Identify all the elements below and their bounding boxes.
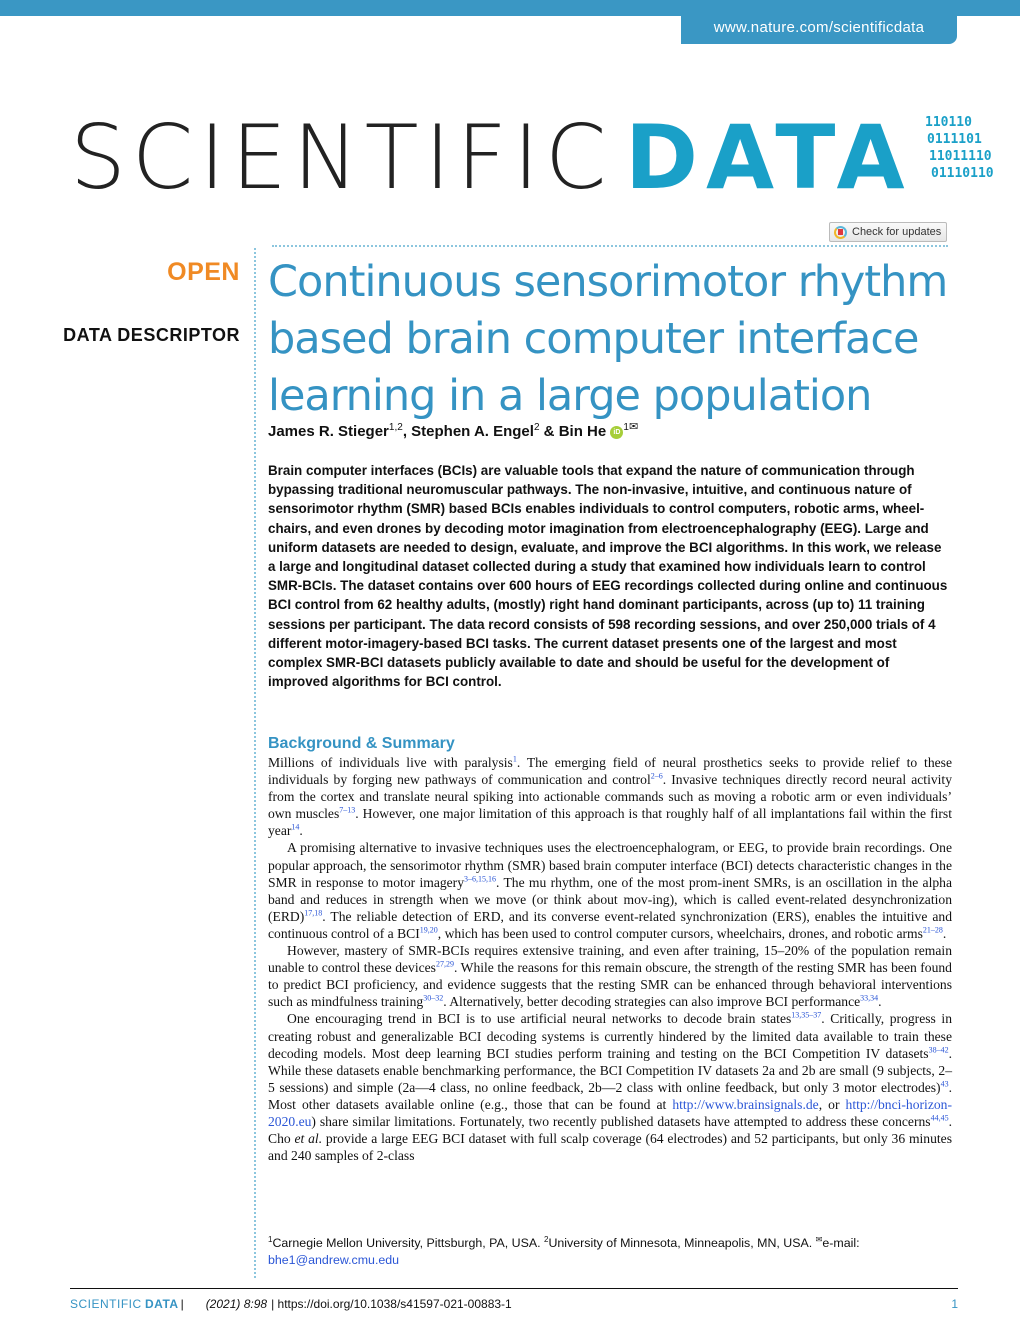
reference-link[interactable]: 2–6 xyxy=(651,772,663,781)
page-footer: SCIENTIFIC DATA | (2021) 8:98 | https://d… xyxy=(70,1297,958,1311)
external-link[interactable]: http://www.brainsignals.de xyxy=(672,1097,818,1112)
journal-url-link[interactable]: www.nature.com/scientificdata xyxy=(681,14,957,44)
author-separator: & xyxy=(539,423,559,440)
affiliation-text: University of Minnesota, Minneapolis, MN… xyxy=(548,1236,816,1251)
italic-text: et al. xyxy=(294,1131,323,1147)
reference-link[interactable]: 13,35–37 xyxy=(791,1011,821,1020)
horizontal-divider xyxy=(272,245,948,247)
logo-binary-graphic: 110110 0111101 11011110 01110110 xyxy=(925,114,994,182)
reference-link[interactable]: 21–28 xyxy=(923,925,943,934)
reference-link[interactable]: 7–13 xyxy=(339,806,355,815)
journal-logo: SCIENTIFIC DATA 110110 0111101 11011110 … xyxy=(70,104,994,214)
text-run: . xyxy=(299,823,303,839)
reference-link[interactable]: 30–32 xyxy=(423,994,443,1003)
affiliation-text: Carnegie Mellon University, Pittsburgh, … xyxy=(272,1236,545,1251)
vertical-divider xyxy=(254,248,256,1278)
logo-binary-row: 01110110 xyxy=(931,166,994,181)
footer-citation: (2021) 8:98 xyxy=(205,1297,268,1311)
text-run: provide a large EEG BCI dataset with ful… xyxy=(268,1131,952,1164)
logo-word-scientific: SCIENTIFIC xyxy=(70,106,613,209)
author-name[interactable]: Stephen A. Engel xyxy=(411,423,534,440)
article-type-label: DATA DESCRIPTOR xyxy=(63,325,240,345)
footer-journal-name-bold: DATA xyxy=(145,1297,179,1311)
check-for-updates-label: Check for updates xyxy=(852,226,942,238)
email-link[interactable]: bhe1@andrew.cmu.edu xyxy=(268,1253,399,1267)
open-access-badge: OPEN xyxy=(167,258,240,286)
crossmark-icon xyxy=(834,225,847,239)
author-affiliation-ref: 1,2 xyxy=(388,422,403,433)
text-run: , which has been used to control compute… xyxy=(437,925,923,941)
text-run: . xyxy=(942,925,947,941)
logo-binary-row: 0111101 xyxy=(927,132,982,147)
reference-link[interactable]: 38–42 xyxy=(929,1045,949,1054)
email-label: e-mail: xyxy=(822,1236,860,1251)
reference-link[interactable]: 44,45 xyxy=(931,1113,949,1122)
text-run: . Alternatively, better decoding strateg… xyxy=(443,994,861,1010)
reference-link[interactable]: 27,29 xyxy=(436,960,454,969)
text-run: , or xyxy=(818,1096,846,1112)
article-title: Continuous sensorimotor rhythm based bra… xyxy=(268,257,948,421)
mail-icon[interactable]: ✉ xyxy=(629,421,638,433)
text-run: . xyxy=(878,994,882,1010)
reference-link[interactable]: 3–6,15,16 xyxy=(464,874,496,883)
body-text: Millions of individuals live with paraly… xyxy=(268,754,952,1164)
logo-binary-row: 110110 xyxy=(925,115,972,130)
footer-divider xyxy=(70,1288,958,1289)
footer-doi-link[interactable]: | https://doi.org/10.1038/s41597-021-008… xyxy=(271,1297,512,1311)
affiliations: 1Carnegie Mellon University, Pittsburgh,… xyxy=(268,1231,958,1269)
text-run: ) share similar limitations. Fortunately… xyxy=(311,1113,931,1129)
logo-word-data: DATA xyxy=(625,106,913,209)
reference-link[interactable]: 33,34 xyxy=(860,994,878,1003)
author-separator: , xyxy=(402,423,412,440)
orcid-icon[interactable]: iD xyxy=(610,425,624,439)
body-paragraph: One encouraging trend in BCI is to use a… xyxy=(268,1010,952,1164)
text-run: Millions of individuals live with paraly… xyxy=(268,755,513,770)
page-number: 1 xyxy=(951,1297,958,1311)
abstract: Brain computer interfaces (BCIs) are val… xyxy=(268,463,948,690)
body-paragraph: However, mastery of SMR-BCIs requires ex… xyxy=(268,942,952,1010)
author-list: James R. Stieger1,2, Stephen A. Engel2 &… xyxy=(268,420,638,440)
footer-separator: | xyxy=(180,1297,184,1311)
reference-link[interactable]: 19,20 xyxy=(420,925,438,934)
author-name[interactable]: James R. Stieger xyxy=(268,423,389,440)
check-for-updates-button[interactable]: Check for updates xyxy=(829,222,947,242)
text-run: . However, one major limitation of this … xyxy=(268,806,953,839)
section-heading: Background & Summary xyxy=(268,735,455,752)
footer-journal-name: SCIENTIFIC xyxy=(70,1297,142,1311)
author-name[interactable]: Bin He xyxy=(559,423,607,440)
body-paragraph: Millions of individuals live with paraly… xyxy=(268,754,952,839)
reference-link[interactable]: 17,18 xyxy=(304,908,322,917)
body-paragraph: A promising alternative to invasive tech… xyxy=(268,839,952,942)
text-run: One encouraging trend in BCI is to use a… xyxy=(287,1011,792,1027)
reference-link[interactable]: 43 xyxy=(941,1079,949,1088)
logo-binary-row: 11011110 xyxy=(929,149,992,164)
